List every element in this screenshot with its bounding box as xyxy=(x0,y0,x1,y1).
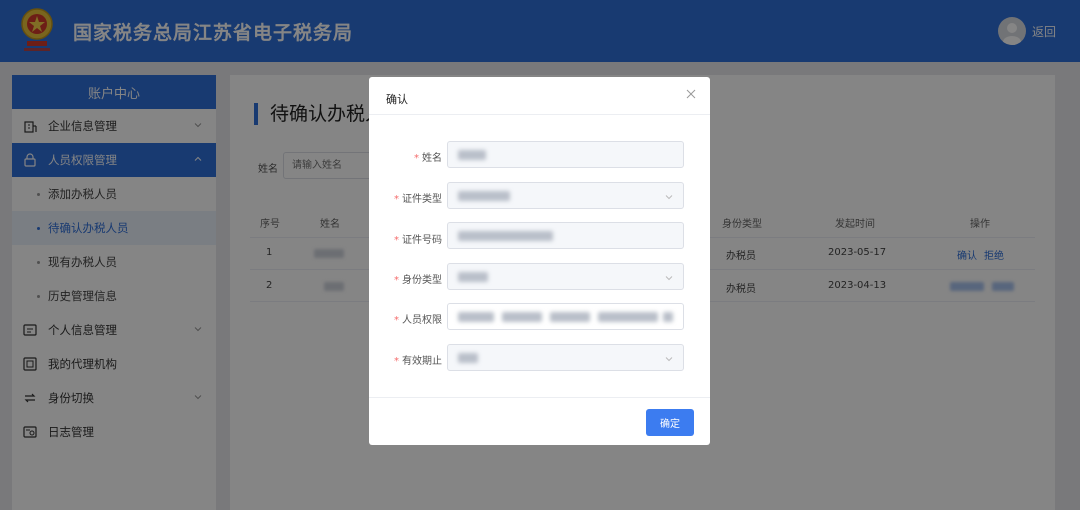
dialog-footer-divider xyxy=(369,397,710,398)
field-label-role-type: * 身份类型 xyxy=(394,275,442,286)
dialog-header-divider xyxy=(369,114,710,115)
redacted-tag xyxy=(663,312,673,322)
confirm-button[interactable]: 确定 xyxy=(646,409,694,436)
id-number-field[interactable] xyxy=(447,222,684,249)
redacted-value xyxy=(458,191,510,201)
redacted-value xyxy=(458,272,488,282)
chevron-down-icon xyxy=(665,195,673,200)
close-icon[interactable] xyxy=(686,89,696,99)
role-type-select[interactable] xyxy=(447,263,684,290)
name-field[interactable] xyxy=(447,141,684,168)
dialog-title: 确认 xyxy=(386,93,408,106)
valid-until-select[interactable] xyxy=(447,344,684,371)
chevron-down-icon xyxy=(665,357,673,362)
chevron-down-icon xyxy=(665,276,673,281)
redacted-value xyxy=(458,231,553,241)
id-type-select[interactable] xyxy=(447,182,684,209)
redacted-tag xyxy=(550,312,590,322)
redacted-tag xyxy=(502,312,542,322)
confirm-dialog: 确认 * 姓名 * 证件类型 * 证件号码 * 身份类型 * 人员权限 * 有效期止 确定 xyxy=(369,77,710,445)
redacted-tag xyxy=(458,312,494,322)
redacted-value xyxy=(458,353,478,363)
permissions-multiselect[interactable] xyxy=(447,303,684,330)
redacted-value xyxy=(458,150,486,160)
field-label-name: * 姓名 xyxy=(414,153,442,164)
redacted-tag xyxy=(598,312,658,322)
field-label-valid-until: * 有效期止 xyxy=(394,356,442,367)
field-label-permissions: * 人员权限 xyxy=(394,315,442,326)
field-label-id-type: * 证件类型 xyxy=(394,194,442,205)
field-label-id-number: * 证件号码 xyxy=(394,235,442,246)
